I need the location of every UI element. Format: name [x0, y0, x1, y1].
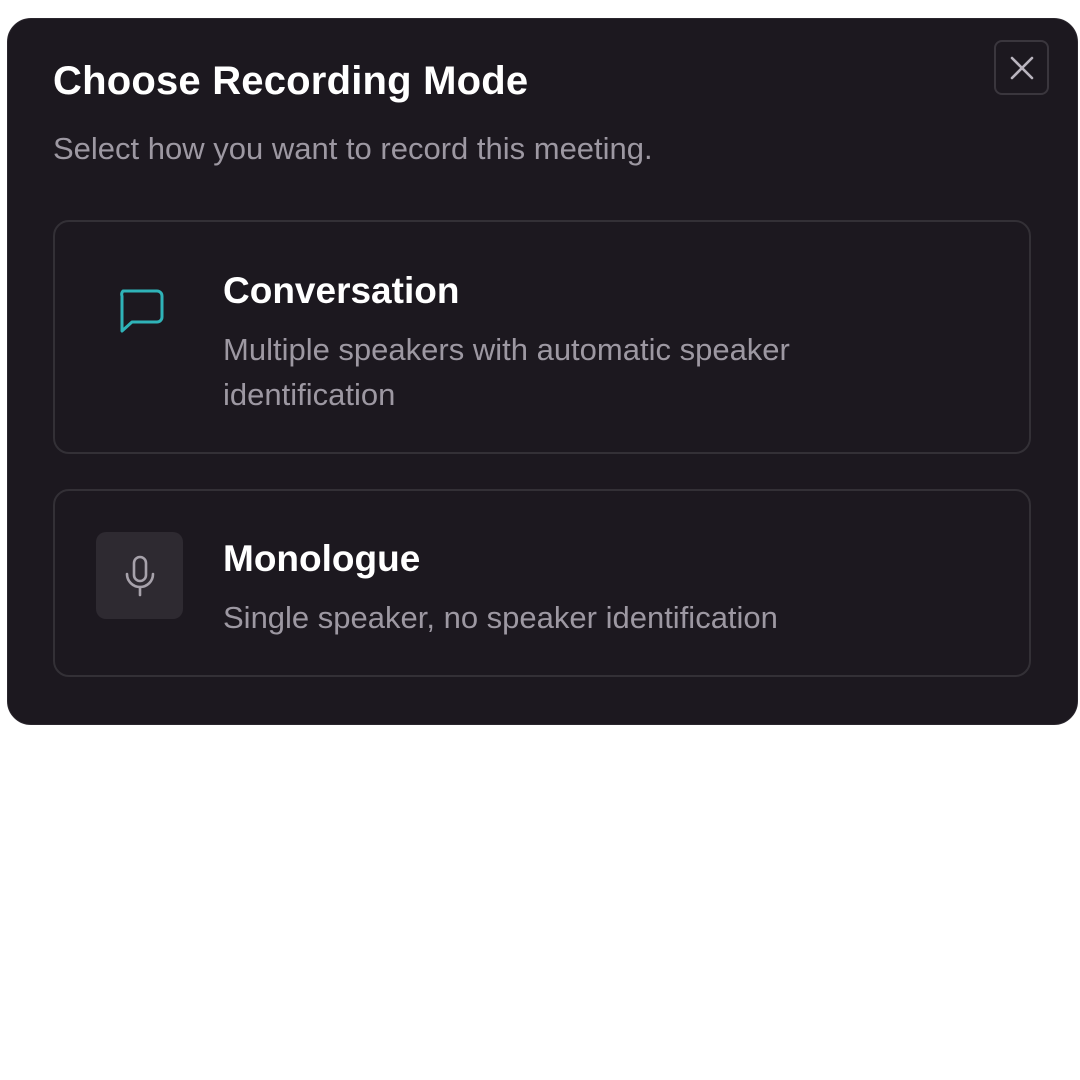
- microphone-icon: [125, 555, 154, 596]
- conversation-icon-container: [96, 267, 183, 354]
- close-button[interactable]: [994, 40, 1049, 95]
- conversation-description: Multiple speakers with automatic speaker…: [223, 332, 790, 412]
- conversation-option[interactable]: Conversation Multiple speakers with auto…: [53, 220, 1031, 454]
- recording-mode-dialog: Choose Recording Mode Select how you wan…: [7, 18, 1078, 725]
- dialog-subtitle: Select how you want to record this meeti…: [53, 131, 653, 166]
- close-icon: [1010, 56, 1033, 79]
- monologue-option[interactable]: Monologue Single speaker, no speaker ide…: [53, 489, 1031, 677]
- chat-bubble-icon: [119, 289, 163, 332]
- monologue-description: Single speaker, no speaker identificatio…: [223, 600, 778, 635]
- conversation-title: Conversation: [223, 270, 460, 311]
- dialog-title: Choose Recording Mode: [53, 59, 529, 103]
- monologue-icon-container: [96, 532, 183, 619]
- monologue-title: Monologue: [223, 538, 421, 579]
